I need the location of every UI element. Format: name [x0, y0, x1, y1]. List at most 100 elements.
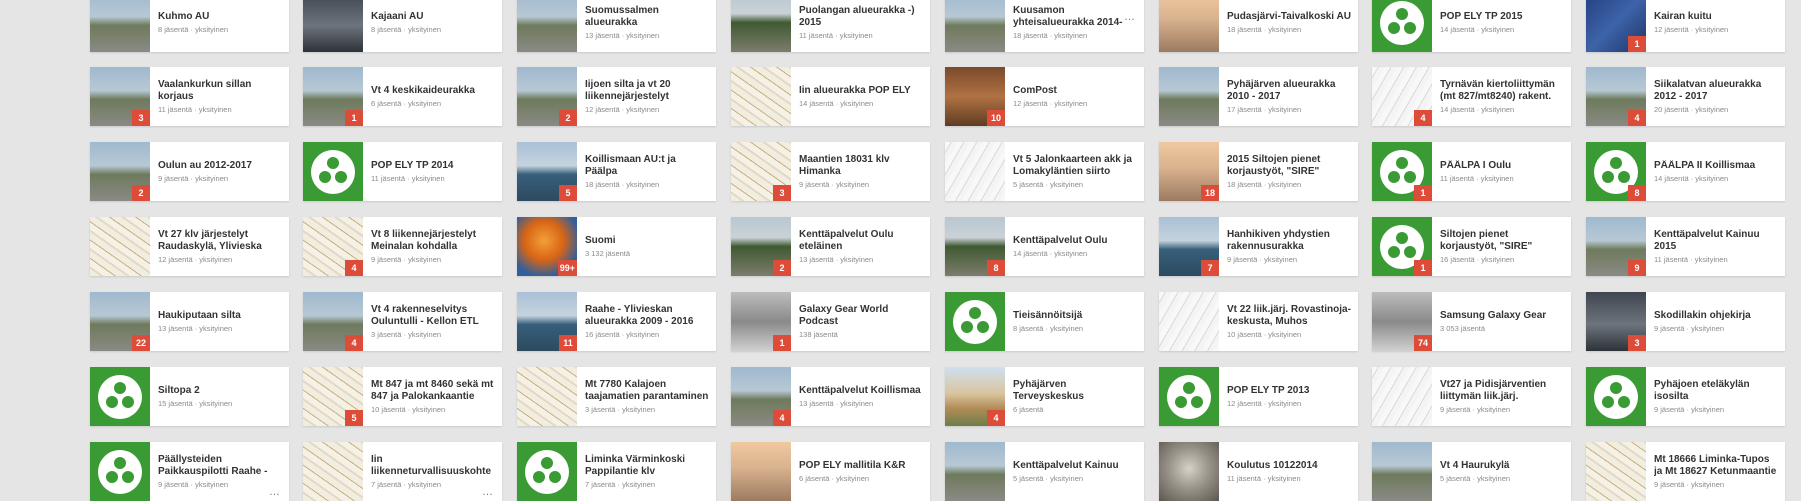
- community-title[interactable]: Mt 847 ja mt 8460 sekä mt 847 ja Palokan…: [371, 379, 496, 403]
- community-title[interactable]: Iijoen silta ja vt 20 liikennejärjestely…: [585, 79, 710, 103]
- community-title[interactable]: ComPost: [1013, 85, 1138, 97]
- community-title[interactable]: Iin alueurakka POP ELY: [799, 85, 924, 97]
- community-card[interactable]: 5 Koillismaan AU:t ja Päälpa 18 jäsentä · …: [517, 142, 716, 201]
- community-title[interactable]: Siltopa 2: [158, 385, 283, 397]
- community-card[interactable]: Pyhäjärven alueurakka 2010 - 2017 17 jäse…: [1159, 67, 1358, 126]
- community-title[interactable]: Suomussalmen alueurakka: [585, 5, 710, 29]
- community-title[interactable]: Pyhäjärven alueurakka 2010 - 2017: [1227, 79, 1352, 103]
- community-card[interactable]: 10 ComPost 12 jäsentä · yksityinen: [945, 67, 1144, 126]
- community-title[interactable]: Vt 4 rakenneselvitys Ouluntulli - Kellon…: [371, 304, 496, 328]
- community-card[interactable]: 2 Oulun au 2012-2017 9 jäsentä · yksityine…: [90, 142, 289, 201]
- community-card[interactable]: Kenttäpalvelut Kainuu 5 jäsentä · yksityi…: [945, 442, 1144, 501]
- community-title[interactable]: Kenttäpalvelut Koillismaa: [799, 385, 924, 397]
- community-card[interactable]: 1 Galaxy Gear World Podcast 138 jäsentä: [731, 292, 930, 351]
- community-title[interactable]: Puolangan alueurakka -) 2015: [799, 5, 924, 29]
- community-card[interactable]: POP ELY TP 2014 11 jäsentä · yksityinen: [303, 142, 502, 201]
- community-title[interactable]: Vt 5 Jalonkaarteen akk ja Lomakyläntien …: [1013, 154, 1138, 178]
- community-card[interactable]: Kajaani AU 8 jäsentä · yksityinen: [303, 0, 502, 52]
- community-card[interactable]: 4 Vt 4 rakenneselvitys Ouluntulli - Kello…: [303, 292, 502, 351]
- community-title[interactable]: Kenttäpalvelut Kainuu: [1013, 460, 1138, 472]
- community-card[interactable]: Siltopa 2 15 jäsentä · yksityinen: [90, 367, 289, 426]
- community-title[interactable]: Vt 4 keskikaideurakka: [371, 85, 496, 97]
- community-title[interactable]: Samsung Galaxy Gear: [1440, 310, 1565, 322]
- community-card[interactable]: Iin liikenneturvallisuuskohte 7 jäsentä ·…: [303, 442, 502, 501]
- community-card[interactable]: Pudasjärvi-Taivalkoski AU 18 jäsentä · yk…: [1159, 0, 1358, 52]
- community-card[interactable]: 5 Mt 847 ja mt 8460 sekä mt 847 ja Paloka…: [303, 367, 502, 426]
- community-card[interactable]: 18 2015 Siltojen pienet korjaustyöt, "SIR…: [1159, 142, 1358, 201]
- community-title[interactable]: Haukiputaan silta: [158, 310, 283, 322]
- community-card[interactable]: Suomussalmen alueurakka 13 jäsentä · yksi…: [517, 0, 716, 52]
- community-title[interactable]: Vt 22 liik.järj. Rovastinoja-keskusta, M…: [1227, 304, 1352, 328]
- community-card[interactable]: 7 Hanhikiven yhdystien rakennusurakka 9 jä…: [1159, 217, 1358, 276]
- community-card[interactable]: Mt 7780 Kalajoen taajamatien parantamine…: [517, 367, 716, 426]
- community-title[interactable]: Kuhmo AU: [158, 11, 283, 23]
- community-card[interactable]: 2 Kenttäpalvelut Oulu eteläinen 13 jäsentä…: [731, 217, 930, 276]
- community-card[interactable]: 8 PÄÄLPA II Koillismaa 14 jäsentä · yksity…: [1586, 142, 1785, 201]
- community-title[interactable]: Kajaani AU: [371, 11, 496, 23]
- community-title[interactable]: Kenttäpalvelut Kainuu 2015: [1654, 229, 1779, 253]
- community-card[interactable]: 99+ Suomi 3 132 jäsentä: [517, 217, 716, 276]
- community-title[interactable]: Kenttäpalvelut Oulu eteläinen: [799, 229, 924, 253]
- community-title[interactable]: Tieisännöitsijä: [1013, 310, 1138, 322]
- community-card[interactable]: 1 PÄÄLPA I Oulu 11 jäsentä · yksityinen: [1372, 142, 1571, 201]
- community-title[interactable]: PÄÄLPA I Oulu: [1440, 160, 1565, 172]
- community-title[interactable]: Siikalatvan alueurakka 2012 - 2017: [1654, 79, 1779, 103]
- more-options-icon[interactable]: …: [1124, 11, 1136, 23]
- community-card[interactable]: 2 Iijoen silta ja vt 20 liikennejärjestel…: [517, 67, 716, 126]
- community-card[interactable]: Puolangan alueurakka -) 2015 11 jäsentä ·…: [731, 0, 930, 52]
- community-card[interactable]: 3 Skodillakin ohjekirja 9 jäsentä · yksity…: [1586, 292, 1785, 351]
- community-card[interactable]: 74 Samsung Galaxy Gear 3 053 jäsentä: [1372, 292, 1571, 351]
- community-card[interactable]: 4 Vt 8 liikennejärjestelyt Meinalan kohda…: [303, 217, 502, 276]
- community-title[interactable]: Mt 7780 Kalajoen taajamatien parantamine…: [585, 379, 710, 403]
- community-title[interactable]: Siltojen pienet korjaustyöt, "SIRE": [1440, 229, 1565, 253]
- community-card[interactable]: 1 Vt 4 keskikaideurakka 6 jäsentä · yksity…: [303, 67, 502, 126]
- community-title[interactable]: POP ELY TP 2013: [1227, 385, 1352, 397]
- community-card[interactable]: Vt 5 Jalonkaarteen akk ja Lomakyläntien …: [945, 142, 1144, 201]
- community-title[interactable]: POP ELY TP 2015: [1440, 11, 1565, 23]
- community-title[interactable]: Vt 4 Haurukylä: [1440, 460, 1565, 472]
- community-card[interactable]: Vt 27 klv järjestelyt Raudaskylä, Ylivie…: [90, 217, 289, 276]
- community-title[interactable]: Pyhäjoen eteläkylän isosilta: [1654, 379, 1779, 403]
- more-options-icon[interactable]: …: [482, 486, 494, 498]
- more-options-icon[interactable]: …: [269, 486, 281, 498]
- community-title[interactable]: POP ELY mallitila K&R: [799, 460, 924, 472]
- community-title[interactable]: Kairan kuitu: [1654, 11, 1779, 23]
- community-card[interactable]: Liminka Värminkoski Pappilantie klv 7 jäs…: [517, 442, 716, 501]
- community-title[interactable]: Kuusamon yhteisalueurakka 2014-: [1013, 5, 1138, 29]
- community-title[interactable]: Kenttäpalvelut Oulu: [1013, 235, 1138, 247]
- community-title[interactable]: Vaalankurkun sillan korjaus: [158, 79, 283, 103]
- community-title[interactable]: Suomi: [585, 235, 710, 247]
- community-card[interactable]: 1 Siltojen pienet korjaustyöt, "SIRE" 16 j…: [1372, 217, 1571, 276]
- community-card[interactable]: Mt 18666 Liminka-Tupos ja Mt 18627 Ketun…: [1586, 442, 1785, 501]
- community-card[interactable]: POP ELY TP 2015 14 jäsentä · yksityinen: [1372, 0, 1571, 52]
- community-card[interactable]: Vt 4 Haurukylä 5 jäsentä · yksityinen: [1372, 442, 1571, 501]
- community-card[interactable]: Koulutus 10122014 11 jäsentä · yksityinen: [1159, 442, 1358, 501]
- community-card[interactable]: Tieisännöitsijä 8 jäsentä · yksityinen: [945, 292, 1144, 351]
- community-card[interactable]: 4 Siikalatvan alueurakka 2012 - 2017 20 jä…: [1586, 67, 1785, 126]
- community-title[interactable]: Pyhäjärven Terveyskeskus: [1013, 379, 1138, 403]
- community-card[interactable]: 4 Kenttäpalvelut Koillismaa 13 jäsentä · y…: [731, 367, 930, 426]
- community-title[interactable]: Oulun au 2012-2017: [158, 160, 283, 172]
- community-card[interactable]: Kuusamon yhteisalueurakka 2014- 18 jäsent…: [945, 0, 1144, 52]
- community-title[interactable]: Raahe - Ylivieskan alueurakka 2009 - 201…: [585, 304, 710, 328]
- community-title[interactable]: PÄÄLPA II Koillismaa: [1654, 160, 1779, 172]
- community-card[interactable]: 22 Haukiputaan silta 13 jäsentä · yksityin…: [90, 292, 289, 351]
- community-card[interactable]: Kuhmo AU 8 jäsentä · yksityinen: [90, 0, 289, 52]
- community-title[interactable]: Päällysteiden Paikkauspilotti Raahe -: [158, 454, 283, 478]
- community-title[interactable]: Mt 18666 Liminka-Tupos ja Mt 18627 Ketun…: [1654, 454, 1779, 478]
- community-card[interactable]: 11 Raahe - Ylivieskan alueurakka 2009 - 2…: [517, 292, 716, 351]
- community-title[interactable]: Galaxy Gear World Podcast: [799, 304, 924, 328]
- community-title[interactable]: Maantien 18031 klv Himanka: [799, 154, 924, 178]
- community-title[interactable]: Hanhikiven yhdystien rakennusurakka: [1227, 229, 1352, 253]
- community-card[interactable]: Vt 22 liik.järj. Rovastinoja-keskusta, M…: [1159, 292, 1358, 351]
- community-title[interactable]: Vt 27 klv järjestelyt Raudaskylä, Ylivie…: [158, 229, 283, 253]
- community-title[interactable]: Pudasjärvi-Taivalkoski AU: [1227, 11, 1352, 23]
- community-title[interactable]: Iin liikenneturvallisuuskohte: [371, 454, 496, 478]
- community-card[interactable]: 4 Pyhäjärven Terveyskeskus 6 jäsentä: [945, 367, 1144, 426]
- community-card[interactable]: Pyhäjoen eteläkylän isosilta 9 jäsentä · …: [1586, 367, 1785, 426]
- community-title[interactable]: Koulutus 10122014: [1227, 460, 1352, 472]
- community-title[interactable]: POP ELY TP 2014: [371, 160, 496, 172]
- community-card[interactable]: POP ELY TP 2013 12 jäsentä · yksityinen: [1159, 367, 1358, 426]
- community-title[interactable]: Koillismaan AU:t ja Päälpa: [585, 154, 710, 178]
- community-card[interactable]: Päällysteiden Paikkauspilotti Raahe -9 j…: [90, 442, 289, 501]
